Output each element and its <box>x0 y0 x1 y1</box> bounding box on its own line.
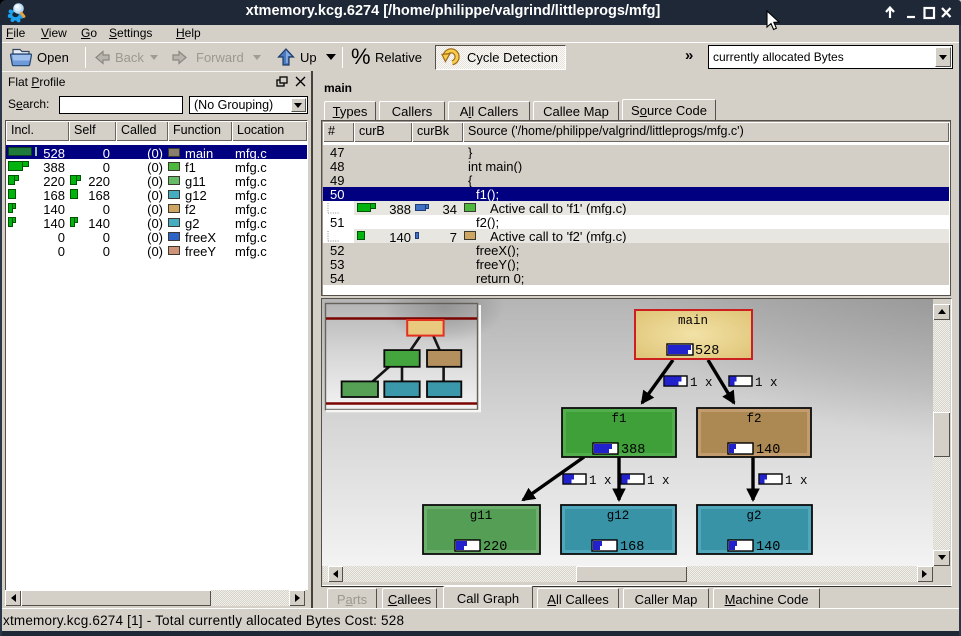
svg-text:g11: g11 <box>470 509 493 523</box>
svg-text:g12: g12 <box>607 509 630 523</box>
svg-text:1 x: 1 x <box>785 474 808 488</box>
svg-text:f1: f1 <box>611 412 626 426</box>
svg-text:1 x: 1 x <box>647 474 670 488</box>
svg-text:168: 168 <box>620 540 644 555</box>
svg-text:main: main <box>678 314 708 328</box>
svg-text:1 x: 1 x <box>755 376 778 390</box>
svg-text:g2: g2 <box>746 509 761 523</box>
svg-text:1 x: 1 x <box>690 376 713 390</box>
svg-text:528: 528 <box>695 344 719 359</box>
svg-text:140: 140 <box>756 443 780 458</box>
svg-text:220: 220 <box>483 540 507 555</box>
svg-text:1 x: 1 x <box>589 474 612 488</box>
svg-text:140: 140 <box>756 540 780 555</box>
svg-text:388: 388 <box>621 443 645 458</box>
svg-text:f2: f2 <box>746 412 761 426</box>
